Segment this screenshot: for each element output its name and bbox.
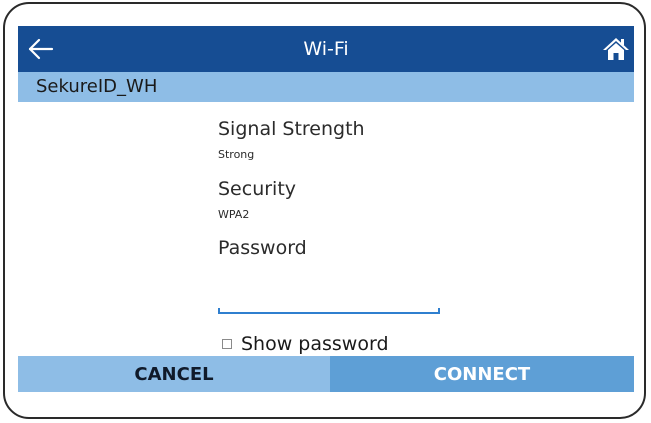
password-label: Password (218, 237, 307, 259)
home-icon[interactable] (602, 35, 630, 63)
signal-strength-label: Signal Strength (218, 118, 365, 140)
signal-strength-value: Strong (218, 148, 255, 161)
page-title: Wi-Fi (303, 38, 349, 60)
input-underline-right-tick (438, 308, 440, 314)
password-input[interactable] (218, 288, 440, 314)
show-password-label: Show password (241, 333, 389, 355)
show-password-toggle[interactable]: Show password (222, 333, 389, 355)
wifi-screen: Wi-Fi SekureID_WH Signal Strength Strong… (18, 26, 634, 392)
cancel-button[interactable]: CANCEL (18, 356, 330, 392)
input-underline-left-tick (218, 308, 220, 314)
show-password-checkbox[interactable] (222, 339, 232, 349)
security-label: Security (218, 178, 297, 200)
network-details: Signal Strength Strong Security WPA2 Pas… (218, 102, 518, 355)
security-value: WPA2 (218, 208, 250, 221)
title-bar: Wi-Fi (18, 26, 634, 72)
network-bar: SekureID_WH (18, 72, 634, 102)
arrow-left-icon[interactable] (26, 34, 56, 64)
network-name: SekureID_WH (36, 76, 158, 97)
connect-button[interactable]: CONNECT (330, 356, 634, 392)
